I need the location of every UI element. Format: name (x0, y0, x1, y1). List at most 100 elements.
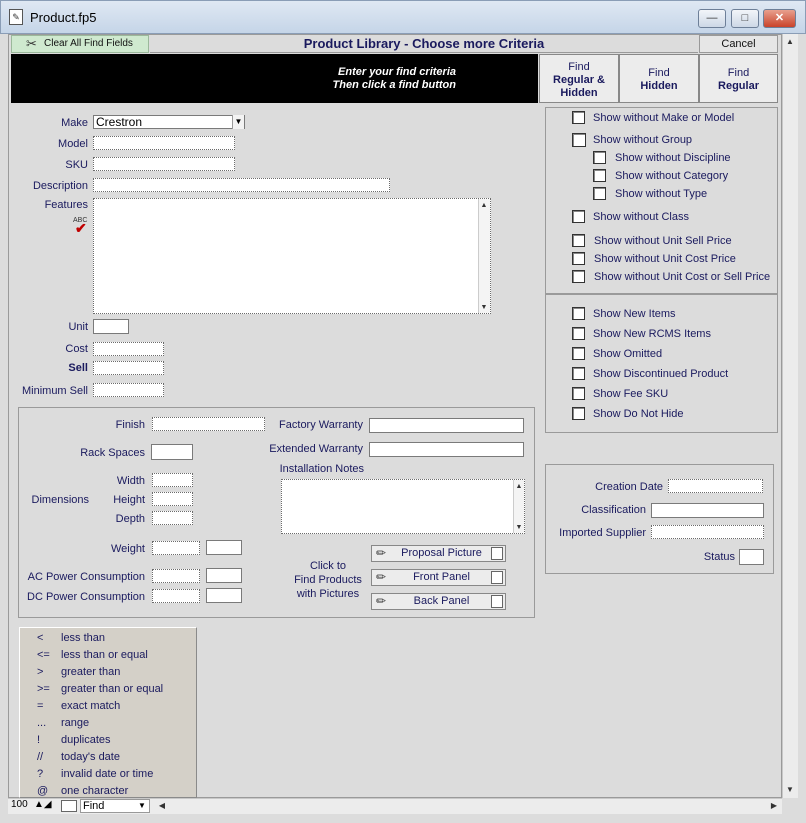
scroll-up-icon[interactable]: ▲ (477, 199, 491, 213)
checkbox-new-items[interactable] (572, 307, 585, 320)
factory-warranty-label: Factory Warranty (279, 419, 363, 431)
label-without-category: Show without Category (615, 170, 729, 182)
back-panel-checkbox[interactable] (491, 595, 503, 608)
close-window-button[interactable]: ✕ (763, 9, 796, 28)
installation-notes-textarea[interactable] (281, 479, 525, 534)
scroll-left-icon[interactable]: ◀ (155, 799, 169, 813)
imported-supplier-label: Imported Supplier (559, 527, 646, 539)
label-without-unit-cost-sell: Show without Unit Cost or Sell Price (594, 271, 771, 283)
scroll-up-icon[interactable]: ▲ (512, 480, 526, 494)
front-panel-checkbox[interactable] (491, 571, 503, 584)
find-hidden-button[interactable]: Find Hidden (619, 54, 699, 103)
legend-description: invalid date or time (61, 768, 154, 780)
depth-field[interactable] (152, 511, 193, 525)
instructions-text: Enter your find criteria Then click a fi… (11, 66, 538, 92)
front-panel-button[interactable]: ✏ Front Panel (371, 569, 506, 586)
chevron-down-icon[interactable]: ▼ (232, 115, 244, 129)
checkbox-without-group[interactable] (572, 133, 586, 147)
features-label: Features (44, 199, 88, 211)
imported-supplier-field[interactable] (651, 525, 764, 539)
rack-spaces-field[interactable] (151, 444, 193, 460)
checkbox-fee-sku[interactable] (572, 387, 585, 400)
label-without-class: Show without Class (593, 211, 689, 223)
dc-power-field[interactable] (152, 589, 200, 603)
unit-label: Unit (68, 321, 88, 333)
model-field[interactable] (93, 136, 235, 150)
legend-description: today's date (61, 751, 120, 763)
spellcheck-icon[interactable]: ✔ (75, 220, 87, 237)
weight-label: Weight (110, 543, 145, 555)
checkbox-without-make-model[interactable] (572, 111, 585, 124)
label-without-type: Show without Type (615, 188, 708, 200)
weight-field[interactable] (152, 541, 200, 555)
ac-power-field[interactable] (152, 569, 200, 583)
minimize-button[interactable]: — (698, 9, 726, 28)
vertical-scrollbar[interactable] (782, 34, 798, 798)
scroll-down-icon[interactable]: ▼ (477, 301, 491, 315)
sku-field[interactable] (93, 157, 235, 171)
find-regular-button[interactable]: Find Regular (699, 54, 778, 103)
checkbox-do-not-hide[interactable] (572, 407, 585, 420)
status-field[interactable] (739, 549, 764, 565)
find-regular-hidden-line-2: Regular & (553, 74, 605, 86)
checkbox-without-unit-cost-sell[interactable] (572, 270, 585, 283)
legend-description: greater than (61, 666, 121, 678)
features-scrollbar[interactable] (478, 199, 490, 313)
ac-power-unit-field[interactable] (206, 568, 242, 583)
label-new-rcms-items: Show New RCMS Items (593, 328, 711, 340)
make-label: Make (61, 117, 88, 129)
maximize-button[interactable]: □ (731, 9, 759, 28)
back-panel-button[interactable]: ✏ Back Panel (371, 593, 506, 610)
checkbox-without-category[interactable] (593, 169, 606, 182)
front-panel-label: Front Panel (413, 571, 470, 583)
proposal-picture-checkbox[interactable] (491, 547, 503, 560)
creation-date-field[interactable] (668, 479, 763, 493)
checkbox-without-discipline[interactable] (593, 151, 606, 164)
label-fee-sku: Show Fee SKU (593, 388, 669, 400)
scroll-up-icon[interactable]: ▲ (783, 35, 797, 49)
scroll-down-icon[interactable]: ▼ (512, 521, 526, 535)
classification-field[interactable] (651, 503, 764, 518)
zoom-icon[interactable]: ▲◢ (34, 799, 52, 810)
horizontal-scrollbar[interactable] (166, 798, 782, 814)
cost-label: Cost (65, 343, 88, 355)
checkbox-discontinued[interactable] (572, 367, 585, 380)
find-regular-hidden-button[interactable]: Find Regular & Hidden (539, 54, 619, 103)
zoom-level[interactable]: 100 (11, 799, 28, 810)
sell-field[interactable] (93, 361, 164, 375)
description-field[interactable] (93, 178, 390, 192)
proposal-picture-button[interactable]: ✏ Proposal Picture (371, 545, 506, 562)
cancel-button[interactable]: Cancel (699, 35, 778, 53)
height-field[interactable] (152, 492, 193, 506)
finish-field[interactable] (152, 417, 265, 431)
scroll-down-icon[interactable]: ▼ (783, 783, 797, 797)
chevron-down-icon[interactable]: ▼ (138, 801, 146, 810)
cost-field[interactable] (93, 342, 164, 356)
checkbox-without-unit-cost[interactable] (572, 252, 585, 265)
scroll-right-icon[interactable]: ▶ (767, 799, 781, 813)
checkbox-omitted[interactable] (572, 347, 585, 360)
document-icon: ✎ (9, 9, 23, 25)
checkbox-without-class[interactable] (572, 210, 585, 223)
legend-description: less than (61, 632, 106, 644)
label-without-discipline: Show without Discipline (615, 152, 731, 164)
unit-field[interactable] (93, 319, 129, 334)
checkbox-without-type[interactable] (593, 187, 606, 200)
status-area-icon[interactable] (61, 800, 77, 812)
make-select[interactable]: Crestron (93, 115, 245, 129)
window-title: Product.fp5 (30, 10, 97, 25)
width-field[interactable] (152, 473, 193, 487)
legend-description: less than or equal (61, 649, 148, 661)
dc-power-unit-field[interactable] (206, 588, 242, 603)
checkbox-without-unit-sell[interactable] (572, 234, 585, 247)
label-without-make-model: Show without Make or Model (593, 112, 735, 124)
weight-unit-field[interactable] (206, 540, 242, 555)
features-textarea[interactable] (93, 198, 491, 314)
make-value: Crestron (96, 115, 143, 129)
mode-value: Find (83, 800, 105, 812)
checkbox-new-rcms-items[interactable] (572, 327, 585, 340)
factory-warranty-field[interactable] (369, 418, 524, 433)
extended-warranty-field[interactable] (369, 442, 524, 457)
minimum-sell-field[interactable] (93, 383, 164, 397)
sku-label: SKU (65, 159, 88, 171)
